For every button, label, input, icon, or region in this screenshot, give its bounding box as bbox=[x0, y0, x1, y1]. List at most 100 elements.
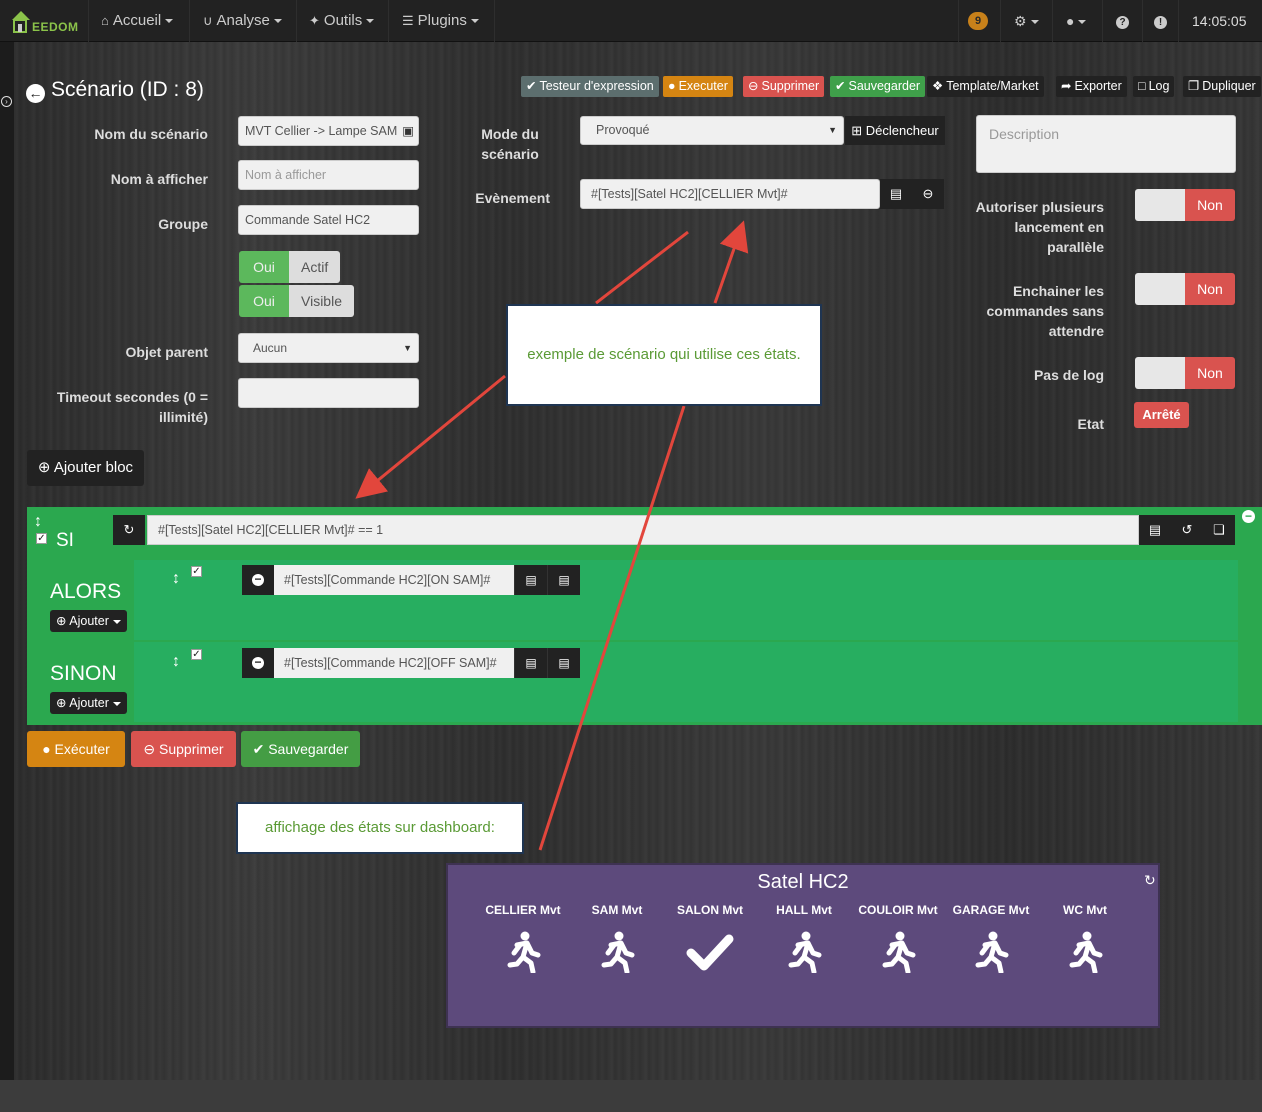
history-button[interactable]: ↺ bbox=[1171, 515, 1203, 545]
select-command-button[interactable]: ▤ bbox=[880, 179, 912, 209]
drag-handle-icon[interactable]: ↕ bbox=[34, 513, 42, 531]
scenario-name-value: MVT Cellier -> Lampe SAM bbox=[245, 124, 398, 138]
switch-off-side[interactable] bbox=[1135, 273, 1185, 305]
menu-label: Analyse bbox=[216, 12, 270, 29]
select-action-button[interactable]: ▤ bbox=[514, 565, 547, 595]
jeedom-logo[interactable]: EEDOM bbox=[10, 6, 78, 36]
plus-circle-icon: ⊕ bbox=[37, 459, 51, 476]
settings-menu[interactable]: ⚙ bbox=[1014, 0, 1039, 42]
id-card-icon[interactable]: ▣ bbox=[402, 117, 414, 145]
timeout-label: Timeout secondes (0 = illimité) bbox=[20, 387, 208, 427]
cube-button[interactable]: ❏ bbox=[1203, 515, 1235, 545]
save-bottom-button[interactable]: ✔ Sauvegarder bbox=[241, 731, 360, 767]
switch-no[interactable]: Non bbox=[1185, 357, 1235, 389]
expression-tester-button[interactable]: ✔ Testeur d'expression bbox=[521, 76, 659, 97]
switch-no[interactable]: Non bbox=[1185, 189, 1235, 221]
user-icon: ● bbox=[1066, 13, 1075, 29]
visible-on[interactable]: Oui bbox=[239, 285, 289, 317]
remove-event-button[interactable]: ⊖ bbox=[912, 179, 944, 209]
refresh-icon[interactable]: ↻ bbox=[1144, 872, 1156, 889]
execute-button[interactable]: ● Executer bbox=[663, 76, 733, 97]
execute-bottom-button[interactable]: ● Exécuter bbox=[27, 731, 125, 767]
question-icon: ? bbox=[1116, 15, 1129, 29]
sensor-name: CELLIER Mvt bbox=[485, 903, 561, 917]
condition-input[interactable]: #[Tests][Satel HC2][CELLIER Mvt]# == 1 bbox=[147, 515, 1139, 545]
description-textarea[interactable]: Description bbox=[976, 115, 1236, 173]
parent-object-label: Objet parent bbox=[125, 344, 208, 360]
save-button[interactable]: ✔ Sauvegarder bbox=[830, 76, 926, 97]
minus-circle-icon: ⊖ bbox=[922, 186, 934, 201]
action-enable-checkbox[interactable]: ✓ bbox=[191, 566, 202, 577]
nav-separator bbox=[1142, 0, 1143, 42]
timeout-input[interactable] bbox=[238, 378, 419, 408]
messages-badge[interactable]: 9 bbox=[968, 12, 988, 30]
check-icon bbox=[686, 934, 734, 971]
list-icon: ☰ bbox=[402, 13, 414, 28]
minus-circle-icon: − bbox=[252, 656, 264, 669]
block-enable-checkbox[interactable]: ✓ bbox=[36, 533, 47, 544]
active-on[interactable]: Oui bbox=[239, 251, 289, 283]
display-name-input[interactable]: Nom à afficher bbox=[238, 160, 419, 190]
report-button[interactable]: ! bbox=[1154, 0, 1167, 42]
else-command-input[interactable]: #[Tests][Commande HC2][OFF SAM]# bbox=[274, 648, 514, 678]
visible-toggle[interactable]: Oui Visible bbox=[239, 285, 354, 317]
scenario-name-input[interactable]: MVT Cellier -> Lampe SAM ▣ bbox=[238, 116, 419, 146]
nolog-switch[interactable]: Non bbox=[1135, 357, 1235, 389]
delete-button[interactable]: ⊖ Supprimer bbox=[743, 76, 825, 97]
parallel-switch[interactable]: Non bbox=[1135, 189, 1235, 221]
button-label: Sauvegarder bbox=[848, 79, 921, 93]
list-alt-icon: ▤ bbox=[525, 656, 537, 670]
drag-handle-icon[interactable]: ↕ bbox=[172, 653, 180, 671]
user-menu[interactable]: ● bbox=[1066, 0, 1087, 42]
page-title: ← Scénario (ID : 8) bbox=[26, 78, 204, 103]
event-input[interactable]: #[Tests][Satel HC2][CELLIER Mvt]# bbox=[580, 179, 880, 209]
remove-block-icon[interactable]: − bbox=[1242, 510, 1255, 523]
action-enable-checkbox[interactable]: ✓ bbox=[191, 649, 202, 660]
back-arrow-icon[interactable]: ← bbox=[26, 84, 45, 103]
sensor-wc: WC Mvt bbox=[1038, 903, 1132, 973]
remove-action-button[interactable]: − bbox=[242, 565, 274, 595]
chain-switch[interactable]: Non bbox=[1135, 273, 1235, 305]
trigger-button[interactable]: ⊞ Déclencheur bbox=[845, 116, 945, 145]
expand-panel-icon[interactable]: › bbox=[1, 96, 12, 107]
toggle-condition-button[interactable]: ↻ bbox=[113, 515, 145, 545]
else-add-dropdown[interactable]: ⊕ Ajouter bbox=[50, 692, 127, 714]
mode-select[interactable]: Provoqué ▼ bbox=[580, 116, 844, 145]
duplicate-button[interactable]: ❐ Dupliquer bbox=[1183, 76, 1261, 97]
delete-bottom-button[interactable]: ⊖ Supprimer bbox=[131, 731, 236, 767]
then-action: − #[Tests][Commande HC2][ON SAM]# ▤ ▤ bbox=[242, 565, 580, 595]
walking-icon bbox=[882, 931, 916, 973]
switch-off-side[interactable] bbox=[1135, 189, 1185, 221]
group-input[interactable]: Commande Satel HC2 bbox=[238, 205, 419, 235]
parent-object-select[interactable]: Aucun ▼ bbox=[238, 333, 419, 363]
button-label: Testeur d'expression bbox=[539, 79, 654, 93]
select-action-type-button[interactable]: ▤ bbox=[547, 648, 580, 678]
select-condition-command-button[interactable]: ▤ bbox=[1139, 515, 1171, 545]
then-add-dropdown[interactable]: ⊕ Ajouter bbox=[50, 610, 127, 632]
select-action-type-button[interactable]: ▤ bbox=[547, 565, 580, 595]
select-action-button[interactable]: ▤ bbox=[514, 648, 547, 678]
nav-separator bbox=[88, 0, 89, 42]
switch-no[interactable]: Non bbox=[1185, 273, 1235, 305]
active-toggle[interactable]: Oui Actif bbox=[239, 251, 341, 283]
menu-analyse[interactable]: ∪ Analyse bbox=[203, 0, 282, 42]
sensor-cellier: CELLIER Mvt bbox=[476, 903, 570, 973]
switch-off-side[interactable] bbox=[1135, 357, 1185, 389]
add-block-button[interactable]: ⊕ Ajouter bloc bbox=[27, 450, 144, 486]
menu-label: Accueil bbox=[112, 12, 162, 29]
then-command-input[interactable]: #[Tests][Commande HC2][ON SAM]# bbox=[274, 565, 514, 595]
list-alt-icon: ▤ bbox=[1148, 522, 1162, 537]
menu-plugins[interactable]: ☰ Plugins bbox=[402, 0, 479, 42]
log-button[interactable]: □ Log bbox=[1133, 76, 1175, 97]
state-badge: Arrêté bbox=[1134, 402, 1189, 428]
export-button[interactable]: ➦ Exporter bbox=[1056, 76, 1127, 97]
sensor-name: GARAGE Mvt bbox=[952, 903, 1030, 917]
list-alt-icon: ▤ bbox=[525, 573, 537, 587]
template-market-button[interactable]: ❖ Template/Market bbox=[927, 76, 1044, 97]
menu-accueil[interactable]: ⌂ Accueil bbox=[101, 0, 174, 42]
remove-action-button[interactable]: − bbox=[242, 648, 274, 678]
drag-handle-icon[interactable]: ↕ bbox=[172, 570, 180, 588]
menu-outils[interactable]: ✦ Outils bbox=[309, 0, 375, 42]
help-button[interactable]: ? bbox=[1116, 0, 1129, 42]
walking-icon bbox=[788, 931, 822, 973]
